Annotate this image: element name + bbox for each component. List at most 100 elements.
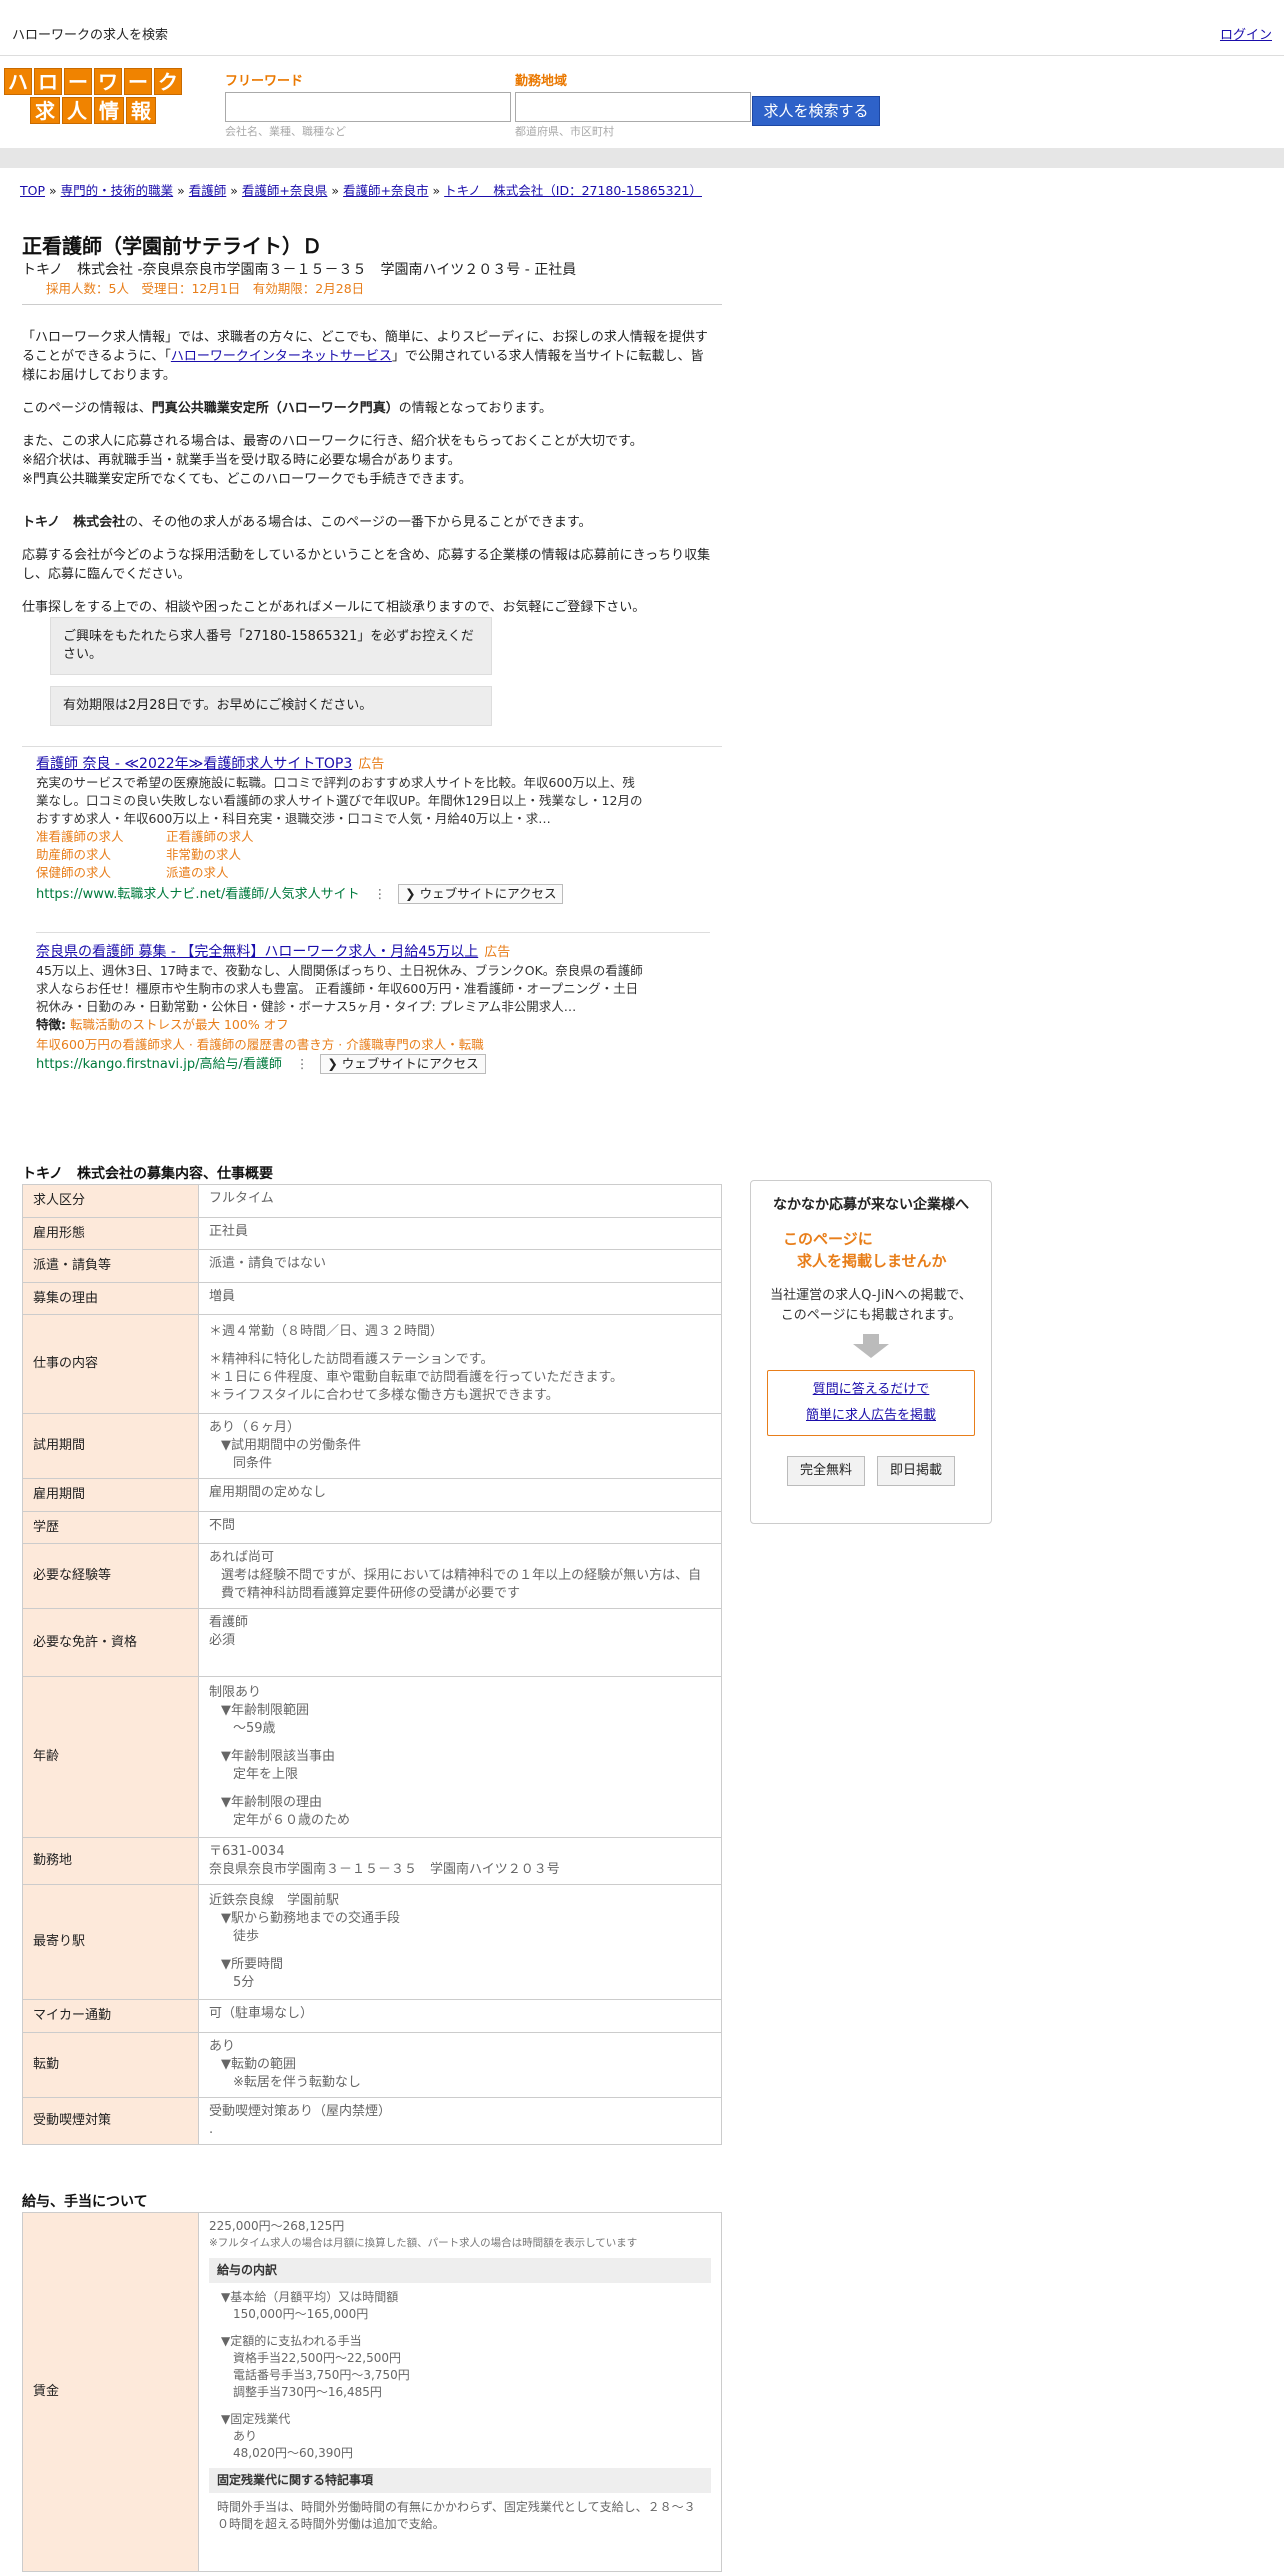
value-line: ▼所要時間 [221,1957,283,1972]
ad-url[interactable]: https://www.転職求人ナビ.net/看護師/人気求人サイト [36,887,360,902]
breadcrumb-occupation[interactable]: 看護師 [189,183,227,198]
row-value: 雇用期間の定めなし [198,1478,722,1512]
hellowork-internet-link[interactable]: ハローワークインターネットサービス [171,349,392,364]
sidebar-link[interactable]: 質問に答えるだけで [768,1377,974,1403]
keyword-input[interactable] [225,92,511,122]
row-label: 求人区分 [22,1184,199,1218]
value-line: ＊精神科に特化した訪問看護ステーションです。 [209,1352,494,1367]
table-row: 雇用期間 雇用期間の定めなし [22,1478,722,1512]
experience: あれば尚可 選考は経験不問ですが、採用においては精神科での１年以上の経験が無い方… [198,1543,722,1609]
ad-sitelink[interactable]: 正看護師の求人 [166,828,326,846]
more-options-icon[interactable]: ⋮ [374,886,387,901]
value-line: ▼基本給（月額平均）又は時間額 [221,2290,399,2304]
intro-text-part: また、この求人に応募される場合は、最寄のハローワークに行き、紹介状をもらっておく… [22,434,643,449]
ad-sitelink[interactable]: 助産師の求人 [36,846,166,864]
ad-feature-text: 転職活動のストレスが最大 100% オフ [69,1017,289,1032]
row-label: 仕事の内容 [22,1314,199,1414]
ad-sitelink[interactable]: 派遣の求人 [166,864,326,882]
login-link[interactable]: ログイン [1220,26,1272,46]
intro-text-part: ※門真公共職業安定所でなくても、どこのハローワークでも手続きできます。 [22,472,472,487]
breadcrumb-top[interactable]: TOP [20,183,45,198]
logo-char: ー [64,68,92,95]
job-number-notice: ご興味をもたれたら求人番号「27180-15865321」を必ずお控えください。 [50,617,492,675]
logo-char: ー [124,68,152,95]
location-input[interactable] [515,92,751,122]
breadcrumb-company[interactable]: トキノ 株式会社（ID：27180-15865321） [444,183,702,198]
table-row: 賃金 225,000円〜268,125円 ※フルタイム求人の場合は月額に換算した… [22,2212,722,2572]
advertise-sidebar: なかなか応募が来ない企業様へ このページに 求人を掲載しませんか 当社運営の求人… [750,1180,992,1524]
value-line: あり（６ヶ月） [209,1420,301,1435]
search-button[interactable]: 求人を検索する [752,96,880,126]
breadcrumb-prefecture[interactable]: 看護師+奈良県 [242,183,327,198]
ad-sitelink[interactable]: 准看護師の求人 [36,828,166,846]
overtime-note: 時間外手当は、時間外労働時間の有無にかかわらず、固定残業代として支給し、２８～３… [217,2500,696,2531]
sidebar-links: 質問に答えるだけで 簡単に求人広告を掲載 [767,1370,975,1436]
ad-sitelink[interactable]: 保健師の求人 [36,864,166,882]
value-line: 必須 [209,1633,236,1648]
intro-p3: また、この求人に応募される場合は、最寄のハローワークに行き、紹介状をもらっておく… [22,432,712,489]
logo-row-2: 求 人 情 報 [4,97,182,124]
more-options-icon[interactable]: ⋮ [296,1056,309,1071]
ad-feature-label: 特徴: [36,1017,66,1032]
value-line: 〜59歳 [233,1721,276,1736]
value-line: ▼年齢制限該当事由 [221,1749,335,1764]
same-day-button[interactable]: 即日掲載 [877,1456,956,1486]
breadcrumb-city[interactable]: 看護師+奈良市 [343,183,428,198]
desc-line: 当社運営の求人Q-JiNへの掲載で、 [770,1288,972,1303]
ad-extra-links[interactable]: 年収600万円の看護師求人 · 看護師の履歴書の書き方 · 介護職専門の求人・転… [36,1036,646,1054]
table-row: 最寄り駅 近鉄奈良線 学園前駅 ▼駅から勤務地までの交通手段 徒歩 ▼所要時間 … [22,1884,722,2000]
ad-url[interactable]: https://kango.firstnavi.jp/高給与/看護師 [36,1057,282,1072]
ad-sitelink[interactable]: 非常勤の求人 [166,846,326,864]
row-label: 必要な経験等 [22,1543,199,1609]
wage-note: ※フルタイム求人の場合は月額に換算した額、パート求人の場合は時間額を表示していま… [209,2237,638,2249]
site-title: ハローワークの求人を検索 [12,28,169,43]
breadcrumb: TOP » 専門的・技術的職業 » 看護師 » 看護師+奈良県 » 看護師+奈良… [20,182,702,201]
value-line: ▼年齢制限の理由 [221,1795,322,1810]
logo-char: 報 [126,97,156,124]
catch-line: このページに [783,1230,873,1248]
row-label: マイカー通勤 [22,1999,199,2033]
value-line: 調整手当730円〜16,485円 [233,2385,382,2399]
value-line: 選考は経験不問ですが、採用においては精神科での１年以上の経験が無い方は、自費で精… [221,1568,702,1601]
workplace: 〒631-0034 奈良県奈良市学園南３－１５－３５ 学園南ハイツ２０３号 [198,1837,722,1885]
logo-char: 求 [30,97,60,124]
hellowork-logo[interactable]: ハ ロ ー ワ ー ク 求 人 情 報 [4,68,182,126]
visit-website-button[interactable]: ❯ ウェブサイトにアクセス [320,1054,486,1074]
row-label: 転勤 [22,2031,199,2098]
ad-title-link[interactable]: 奈良県の看護師 募集 - 【完全無料】ハローワーク求人・月給45万以上 [36,944,478,960]
row-label: 雇用形態 [22,1216,199,1250]
value-line: 奈良県奈良市学園南３－１５－３５ 学園南ハイツ２０３号 [209,1862,560,1877]
value-line: 近鉄奈良線 学園前駅 [209,1893,340,1908]
value-line: 5分 [233,1975,255,1990]
ad-description: 充実のサービスで希望の医療施設に転職。口コミで評判のおすすめ求人サイトを比較。年… [36,775,643,826]
table-row: マイカー通勤 可（駐車場なし） [22,1999,722,2033]
header: ハ ロ ー ワ ー ク 求 人 情 報 フリーワード 会社名、業種、職種など 勤… [0,56,1284,148]
trial-period: あり（６ヶ月） ▼試用期間中の労働条件 同条件 [198,1413,722,1479]
value-line: 48,020円〜60,390円 [233,2446,353,2460]
sidebar-buttons: 完全無料 即日掲載 [751,1456,991,1486]
table-row: 試用期間 あり（６ヶ月） ▼試用期間中の労働条件 同条件 [22,1413,722,1479]
breadcrumb-sep: » [49,183,57,198]
table-row: 派遣・請負等 派遣・請負ではない [22,1249,722,1283]
table-row: 募集の理由 増員 [22,1281,722,1315]
intro-text-part: の情報となっております。 [398,401,553,416]
value-line: 〒631-0034 [209,1844,285,1859]
sidebar-link[interactable]: 簡単に求人広告を掲載 [768,1403,974,1429]
row-label: 年齢 [22,1676,199,1838]
row-value: 正社員 [198,1216,722,1250]
free-button[interactable]: 完全無料 [786,1456,865,1486]
logo-char: ハ [4,68,32,95]
ad-title-link[interactable]: 看護師 奈良 - ≪2022年≫看護師求人サイトTOP3 [36,756,352,772]
value-line: ▼年齢制限範囲 [221,1703,309,1718]
wage-table: 賃金 225,000円〜268,125円 ※フルタイム求人の場合は月額に換算した… [22,2212,722,2572]
value-line: ＊１日に６件程度、車や電動自転車で訪問看護を行っていただきます。 [209,1370,624,1385]
down-arrow-icon [751,1334,991,1358]
value-line: 資格手当22,500円〜22,500円 [233,2351,401,2365]
smoking-policy: 受動喫煙対策あり（屋内禁煙） . [198,2096,722,2145]
row-label: 派遣・請負等 [22,1249,199,1283]
expiry-notice: 有効期限は2月28日です。お早めにご検討ください。 [50,686,492,726]
breadcrumb-category[interactable]: 専門的・技術的職業 [61,183,174,198]
visit-website-button[interactable]: ❯ ウェブサイトにアクセス [398,884,564,904]
